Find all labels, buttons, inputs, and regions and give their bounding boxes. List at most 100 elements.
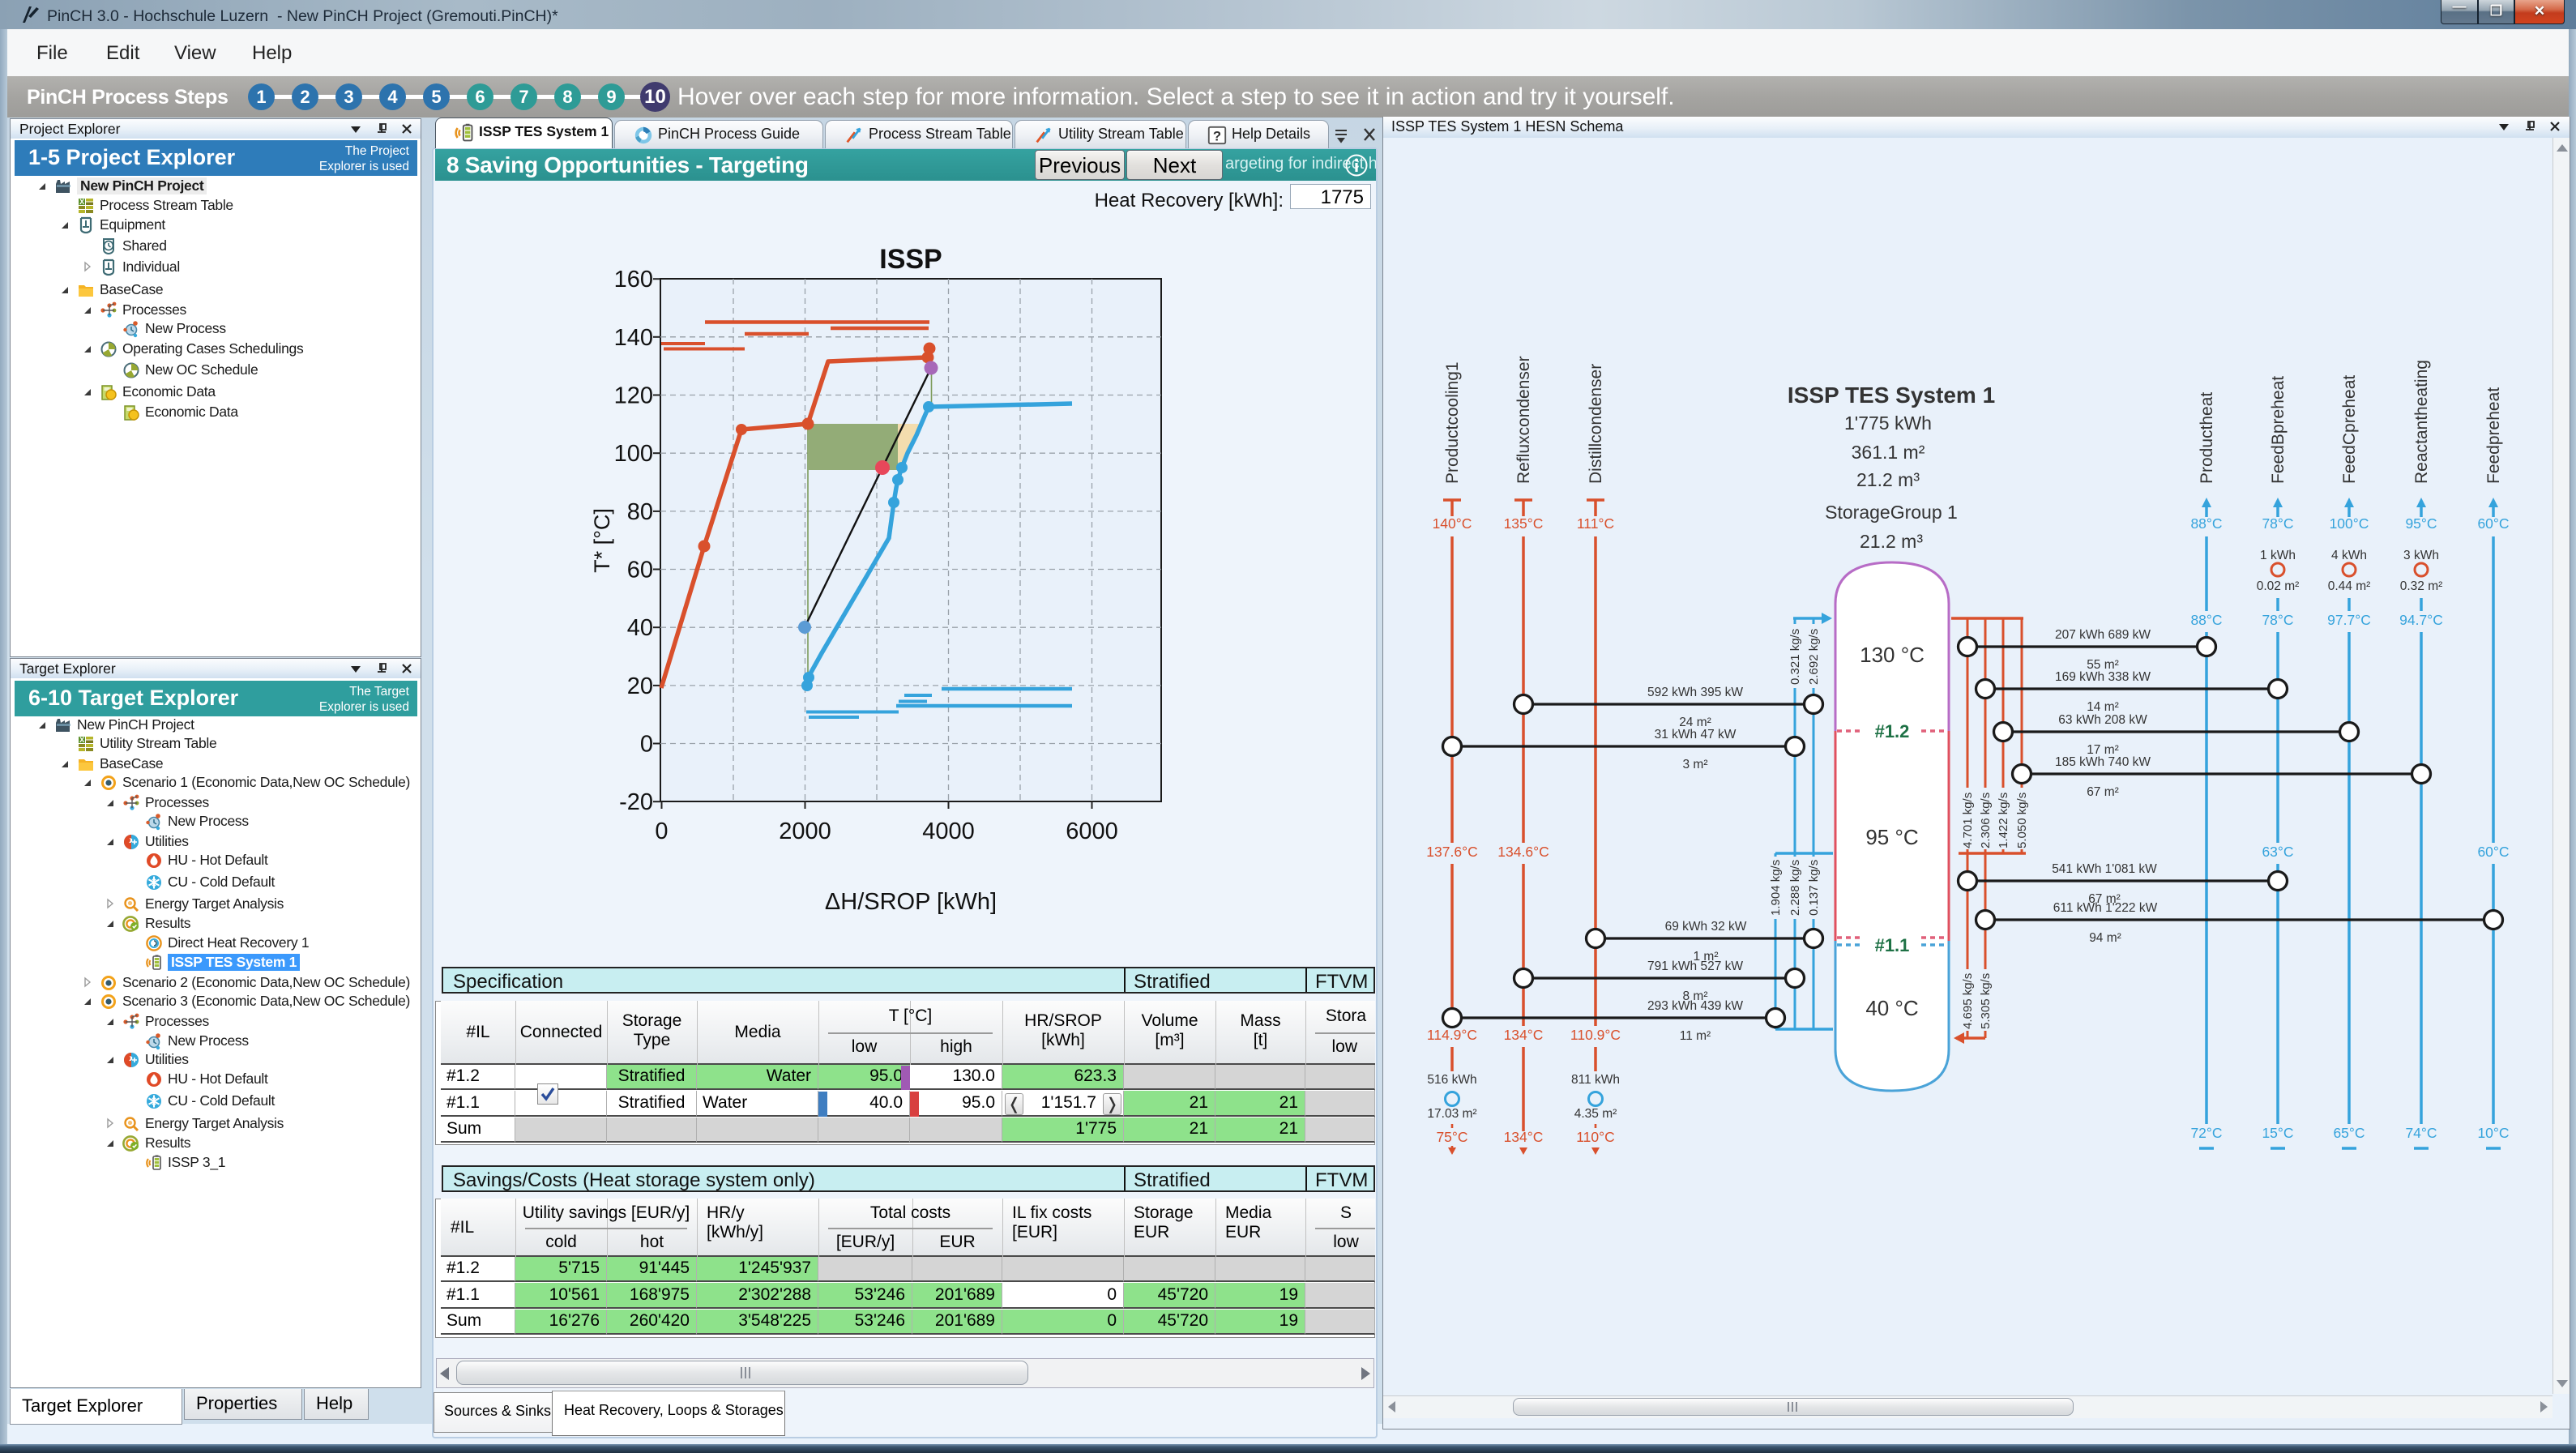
svg-text:Feedpreheat: Feedpreheat xyxy=(2484,387,2503,484)
svg-text:611 kWh 1'222 kW: 611 kWh 1'222 kW xyxy=(2053,901,2158,915)
svg-text:5.050 kg/s: 5.050 kg/s xyxy=(2015,793,2029,848)
svg-text:StorageGroup 1: StorageGroup 1 xyxy=(1825,502,1958,523)
svg-text:15°C: 15°C xyxy=(2262,1125,2293,1141)
svg-text:100: 100 xyxy=(614,441,653,467)
svg-text:0.32 m²: 0.32 m² xyxy=(2400,579,2443,593)
svg-text:4.695 kg/s: 4.695 kg/s xyxy=(1961,973,1975,1029)
svg-text:134°C: 134°C xyxy=(1504,1129,1544,1145)
svg-text:ISSP: ISSP xyxy=(879,244,942,275)
svg-text:95 °C: 95 °C xyxy=(1865,825,1918,849)
svg-text:Refluxcondenser: Refluxcondenser xyxy=(1514,356,1533,484)
svg-text:94 m²: 94 m² xyxy=(2089,931,2121,945)
svg-text:1.422 kg/s: 1.422 kg/s xyxy=(1997,793,2010,848)
svg-text:78°C: 78°C xyxy=(2262,612,2293,628)
svg-text:361.1 m²: 361.1 m² xyxy=(1852,442,1925,463)
svg-text:88°C: 88°C xyxy=(2190,515,2222,532)
svg-text:97.7°C: 97.7°C xyxy=(2327,612,2371,628)
svg-text:ΔH/SROP [kWh]: ΔH/SROP [kWh] xyxy=(825,889,997,915)
svg-text:72°C: 72°C xyxy=(2190,1125,2222,1141)
svg-text:6000: 6000 xyxy=(1066,818,1118,844)
svg-text:0: 0 xyxy=(640,732,653,758)
svg-text:#1.1: #1.1 xyxy=(1875,935,1910,955)
svg-text:74°C: 74°C xyxy=(2405,1125,2437,1141)
svg-text:10°C: 10°C xyxy=(2477,1125,2509,1141)
svg-text:2000: 2000 xyxy=(779,818,831,844)
svg-text:95°C: 95°C xyxy=(2405,515,2437,532)
svg-text:40: 40 xyxy=(627,615,653,641)
svg-text:-20: -20 xyxy=(619,789,653,815)
svg-text:4000: 4000 xyxy=(922,818,975,844)
svg-text:293 kWh 439 kW: 293 kWh 439 kW xyxy=(1647,999,1743,1013)
svg-text:69 kWh 32 kW: 69 kWh 32 kW xyxy=(1665,920,1747,934)
svg-text:185 kWh 740 kW: 185 kWh 740 kW xyxy=(2055,755,2151,769)
svg-text:0.137 kg/s: 0.137 kg/s xyxy=(1807,860,1821,916)
svg-text:130 °C: 130 °C xyxy=(1860,643,1925,667)
svg-text:110°C: 110°C xyxy=(1576,1129,1615,1145)
svg-text:Reactantheating: Reactantheating xyxy=(2412,360,2431,484)
svg-text:67 m²: 67 m² xyxy=(2087,785,2119,799)
svg-text:791 kWh 527 kW: 791 kWh 527 kW xyxy=(1647,959,1743,973)
svg-text:80: 80 xyxy=(627,499,653,525)
svg-text:65°C: 65°C xyxy=(2333,1125,2365,1141)
svg-text:31 kWh 47 kW: 31 kWh 47 kW xyxy=(1655,728,1737,741)
svg-text:75°C: 75°C xyxy=(1436,1129,1467,1145)
svg-text:1.904 kg/s: 1.904 kg/s xyxy=(1769,860,1783,916)
svg-text:4 kWh: 4 kWh xyxy=(2331,549,2367,562)
svg-text:207 kWh 689 kW: 207 kWh 689 kW xyxy=(2055,628,2151,642)
svg-text:3 m²: 3 m² xyxy=(1683,758,1708,771)
svg-text:?: ? xyxy=(1213,129,1221,144)
svg-text:1'775 kWh: 1'775 kWh xyxy=(1844,412,1932,434)
svg-text:516 kWh: 516 kWh xyxy=(1427,1073,1476,1087)
svg-text:140°C: 140°C xyxy=(1433,515,1472,532)
svg-text:0: 0 xyxy=(655,818,668,844)
svg-text:63°C: 63°C xyxy=(2262,844,2293,860)
svg-text:114.9°C: 114.9°C xyxy=(1427,1027,1477,1043)
svg-text:11 m²: 11 m² xyxy=(1680,1029,1711,1043)
svg-text:14 m²: 14 m² xyxy=(2087,700,2119,714)
svg-text:FeedBpreheat: FeedBpreheat xyxy=(2269,376,2288,484)
svg-text:120: 120 xyxy=(614,383,653,409)
svg-text:21.2 m³: 21.2 m³ xyxy=(1856,469,1920,490)
svg-text:4.701 kg/s: 4.701 kg/s xyxy=(1961,793,1975,848)
svg-text:X: X xyxy=(79,198,84,206)
svg-text:88°C: 88°C xyxy=(2190,612,2222,628)
svg-text:0.02 m²: 0.02 m² xyxy=(2257,579,2300,593)
svg-text:541 kWh 1'081 kW: 541 kWh 1'081 kW xyxy=(2052,862,2157,876)
svg-text:ISSP TES System 1: ISSP TES System 1 xyxy=(1788,382,1995,408)
svg-text:4.35 m²: 4.35 m² xyxy=(1574,1107,1617,1121)
svg-text:134°C: 134°C xyxy=(1504,1027,1544,1043)
svg-text:110.9°C: 110.9°C xyxy=(1570,1027,1621,1043)
svg-text:63 kWh 208 kW: 63 kWh 208 kW xyxy=(2058,713,2147,727)
svg-text:#1.2: #1.2 xyxy=(1875,721,1910,741)
svg-text:Productcooling1: Productcooling1 xyxy=(1443,361,1462,484)
svg-text:17.03 m²: 17.03 m² xyxy=(1427,1107,1476,1121)
svg-text:134.6°C: 134.6°C xyxy=(1497,844,1549,860)
svg-text:2.306 kg/s: 2.306 kg/s xyxy=(1979,793,1993,848)
svg-text:160: 160 xyxy=(614,267,653,293)
svg-text:Distillcondenser: Distillcondenser xyxy=(1587,364,1605,484)
svg-text:60°C: 60°C xyxy=(2477,515,2509,532)
svg-text:T* [°C]: T* [°C] xyxy=(590,508,614,573)
svg-text:1 kWh: 1 kWh xyxy=(2260,549,2296,562)
svg-text:0.44 m²: 0.44 m² xyxy=(2328,579,2371,593)
svg-text:FeedCpreheat: FeedCpreheat xyxy=(2340,375,2359,484)
svg-text:592 kWh 395 kW: 592 kWh 395 kW xyxy=(1647,686,1743,699)
svg-text:137.6°C: 137.6°C xyxy=(1426,844,1477,860)
svg-text:5.305 kg/s: 5.305 kg/s xyxy=(1979,973,1993,1029)
svg-text:20: 20 xyxy=(627,673,653,699)
svg-text:169 kWh 338 kW: 169 kWh 338 kW xyxy=(2055,670,2151,684)
svg-text:811 kWh: 811 kWh xyxy=(1571,1073,1620,1087)
svg-text:111°C: 111°C xyxy=(1577,515,1614,532)
svg-text:60°C: 60°C xyxy=(2477,844,2509,860)
svg-text:3 kWh: 3 kWh xyxy=(2403,549,2439,562)
svg-text:135°C: 135°C xyxy=(1504,515,1544,532)
svg-text:2.288 kg/s: 2.288 kg/s xyxy=(1788,860,1802,916)
svg-text:140: 140 xyxy=(614,325,653,351)
svg-text:0.321 kg/s: 0.321 kg/s xyxy=(1788,629,1802,685)
svg-text:40 °C: 40 °C xyxy=(1865,996,1918,1020)
svg-text:21.2 m³: 21.2 m³ xyxy=(1860,531,1923,552)
svg-text:94.7°C: 94.7°C xyxy=(2399,612,2443,628)
svg-text:100°C: 100°C xyxy=(2330,515,2369,532)
svg-text:X: X xyxy=(79,736,84,744)
svg-text:60: 60 xyxy=(627,558,653,583)
